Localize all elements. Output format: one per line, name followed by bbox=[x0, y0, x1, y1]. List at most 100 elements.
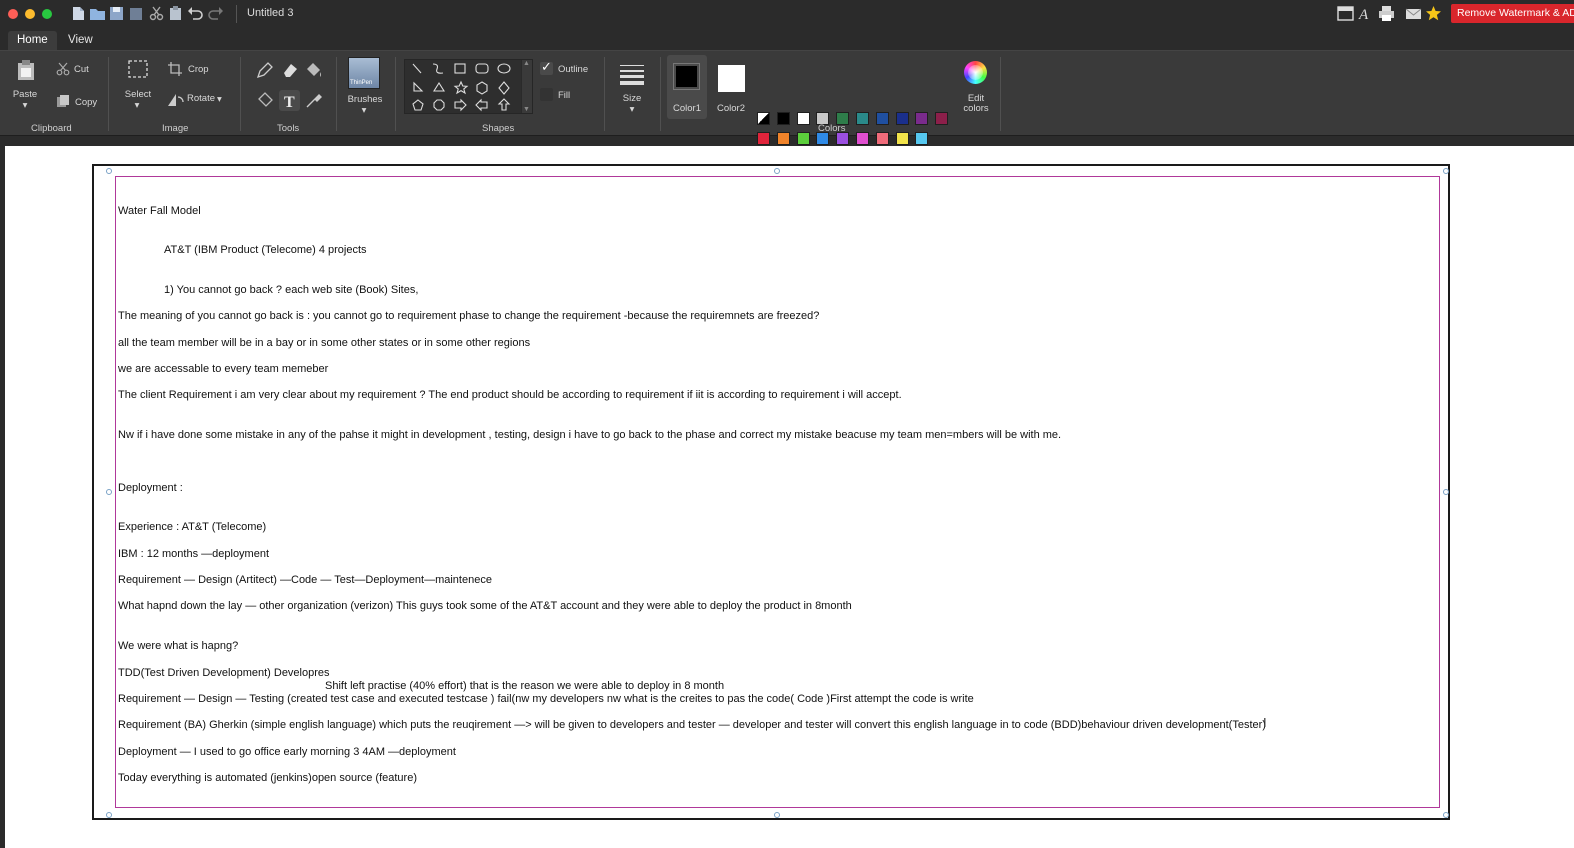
brushes-button[interactable]: Brushes bbox=[345, 94, 385, 105]
palette-swatch[interactable] bbox=[895, 112, 909, 125]
paste-dropdown-arrow[interactable]: ▾ bbox=[20, 100, 30, 111]
palette-swatch[interactable] bbox=[796, 112, 810, 125]
redo-icon[interactable] bbox=[207, 5, 224, 22]
palette-swatch[interactable] bbox=[915, 132, 929, 145]
pencil-icon[interactable] bbox=[256, 61, 274, 79]
tab-home[interactable]: Home bbox=[8, 31, 57, 50]
text-line: TDD(Test Driven Development) Developres bbox=[118, 667, 330, 679]
cut-button[interactable]: Cut bbox=[74, 64, 89, 75]
resize-handle-bottom-left[interactable] bbox=[106, 812, 112, 818]
resize-handle-bottom[interactable] bbox=[774, 812, 780, 818]
text-line: Shift left practise (40% effort) that is… bbox=[325, 680, 725, 692]
copy-icon[interactable] bbox=[56, 94, 70, 108]
color2-label[interactable]: Color2 bbox=[711, 103, 751, 114]
scroll-down-arrow[interactable]: ▼ bbox=[523, 106, 530, 113]
font-icon[interactable]: A bbox=[1357, 5, 1374, 22]
outline-checkbox[interactable]: ✓ bbox=[540, 59, 553, 75]
palette-swatch[interactable] bbox=[776, 132, 790, 145]
rotate-icon[interactable] bbox=[167, 91, 185, 107]
fill-label[interactable]: Fill bbox=[558, 90, 570, 101]
text-line: Requirement — Design — Testing (created … bbox=[118, 693, 974, 705]
ribbon-divider bbox=[395, 57, 396, 131]
palette-swatch[interactable] bbox=[875, 112, 889, 125]
undo-icon[interactable] bbox=[187, 5, 204, 22]
size-button[interactable]: Size bbox=[616, 93, 648, 104]
text-box[interactable] bbox=[115, 176, 1440, 808]
text-line: We were what is hapng? bbox=[118, 640, 239, 652]
shapes-scrollbar[interactable]: ▲ ▼ bbox=[521, 60, 532, 113]
text-line: Water Fall Model bbox=[118, 205, 201, 217]
checkmark-icon: ✓ bbox=[541, 59, 552, 74]
text-line: Deployment — I used to go office early m… bbox=[118, 746, 456, 758]
palette-swatch-transparent[interactable] bbox=[757, 112, 770, 125]
paste-icon[interactable] bbox=[16, 59, 36, 81]
scissors-icon[interactable] bbox=[148, 5, 165, 22]
paint-bucket-icon[interactable] bbox=[256, 91, 274, 109]
mail-icon[interactable] bbox=[1405, 5, 1422, 22]
ribbon-divider bbox=[240, 57, 241, 131]
resize-handle-top[interactable] bbox=[774, 168, 780, 174]
palette-swatch[interactable] bbox=[915, 112, 929, 125]
size-dropdown-arrow[interactable]: ▾ bbox=[627, 104, 637, 115]
save-as-icon[interactable] bbox=[128, 5, 145, 22]
cut-icon[interactable] bbox=[56, 62, 70, 76]
zoom-window-button[interactable] bbox=[42, 9, 52, 19]
close-window-button[interactable] bbox=[8, 9, 18, 19]
save-icon[interactable] bbox=[108, 5, 125, 22]
palette-swatch[interactable] bbox=[796, 132, 810, 145]
paste-button[interactable]: Paste bbox=[10, 89, 40, 100]
color-wheel-icon[interactable] bbox=[964, 61, 987, 84]
text-line: Nw if i have done some mistake in any of… bbox=[118, 429, 1062, 441]
palette-swatch[interactable] bbox=[935, 112, 949, 125]
text-line: 1) You cannot go back ? each web site (B… bbox=[164, 284, 419, 296]
palette-swatch[interactable] bbox=[856, 132, 869, 145]
fill-checkbox[interactable] bbox=[540, 88, 553, 101]
scroll-up-arrow[interactable]: ▲ bbox=[523, 60, 530, 67]
select-button[interactable]: Select bbox=[122, 89, 154, 100]
rotate-dropdown-arrow[interactable]: ▾ bbox=[217, 94, 222, 105]
paste-small-icon[interactable] bbox=[167, 5, 184, 22]
outline-label[interactable]: Outline bbox=[558, 64, 588, 75]
copy-button[interactable]: Copy bbox=[75, 97, 97, 108]
palette-swatch[interactable] bbox=[895, 132, 909, 145]
tab-view[interactable]: View bbox=[59, 31, 102, 50]
color-picker-icon[interactable] bbox=[305, 91, 323, 109]
resize-handle-top-right[interactable] bbox=[1443, 168, 1449, 174]
fill-bucket-icon[interactable] bbox=[305, 61, 323, 79]
open-folder-icon[interactable] bbox=[89, 5, 106, 22]
text-line: What hapnd down the lay — other organiza… bbox=[118, 600, 852, 612]
crop-button[interactable]: Crop bbox=[188, 64, 209, 75]
edit-colors-button[interactable]: Edit colors bbox=[957, 94, 995, 114]
ribbon-divider bbox=[604, 57, 605, 131]
palette-swatch[interactable] bbox=[776, 112, 790, 125]
new-file-icon[interactable] bbox=[70, 5, 87, 22]
select-dropdown-arrow[interactable]: ▾ bbox=[132, 100, 142, 111]
crop-icon[interactable] bbox=[168, 62, 182, 76]
clipboard-section-label: Clipboard bbox=[31, 123, 72, 134]
print-icon[interactable] bbox=[1378, 5, 1395, 22]
eraser-icon[interactable] bbox=[281, 61, 299, 79]
shapes-gallery-icons[interactable] bbox=[405, 60, 523, 113]
color1-swatch[interactable] bbox=[673, 63, 700, 90]
color1-label[interactable]: Color1 bbox=[667, 103, 707, 114]
resize-handle-bottom-right[interactable] bbox=[1443, 812, 1449, 818]
color2-swatch[interactable] bbox=[718, 65, 745, 92]
text-tool-icon[interactable]: T bbox=[282, 92, 298, 110]
resize-handle-top-left[interactable] bbox=[106, 168, 112, 174]
brushes-thumbnail[interactable]: ThinPen bbox=[348, 57, 380, 89]
window-layout-icon[interactable] bbox=[1337, 5, 1354, 22]
svg-text:T: T bbox=[284, 94, 295, 110]
rotate-button[interactable]: Rotate bbox=[187, 93, 215, 104]
line-size-icon[interactable] bbox=[620, 63, 644, 85]
resize-handle-left[interactable] bbox=[106, 489, 112, 495]
star-icon[interactable] bbox=[1425, 5, 1442, 22]
brushes-dropdown-arrow[interactable]: ▾ bbox=[359, 105, 369, 116]
palette-swatch[interactable] bbox=[856, 112, 869, 125]
text-line: Requirement (BA) Gherkin (simple english… bbox=[118, 719, 1266, 731]
select-icon[interactable] bbox=[128, 60, 148, 78]
remove-watermark-button[interactable]: Remove Watermark & AD bbox=[1451, 4, 1574, 23]
palette-swatch[interactable] bbox=[757, 132, 770, 145]
palette-swatch[interactable] bbox=[875, 132, 889, 145]
resize-handle-right[interactable] bbox=[1443, 489, 1449, 495]
minimize-window-button[interactable] bbox=[25, 9, 35, 19]
